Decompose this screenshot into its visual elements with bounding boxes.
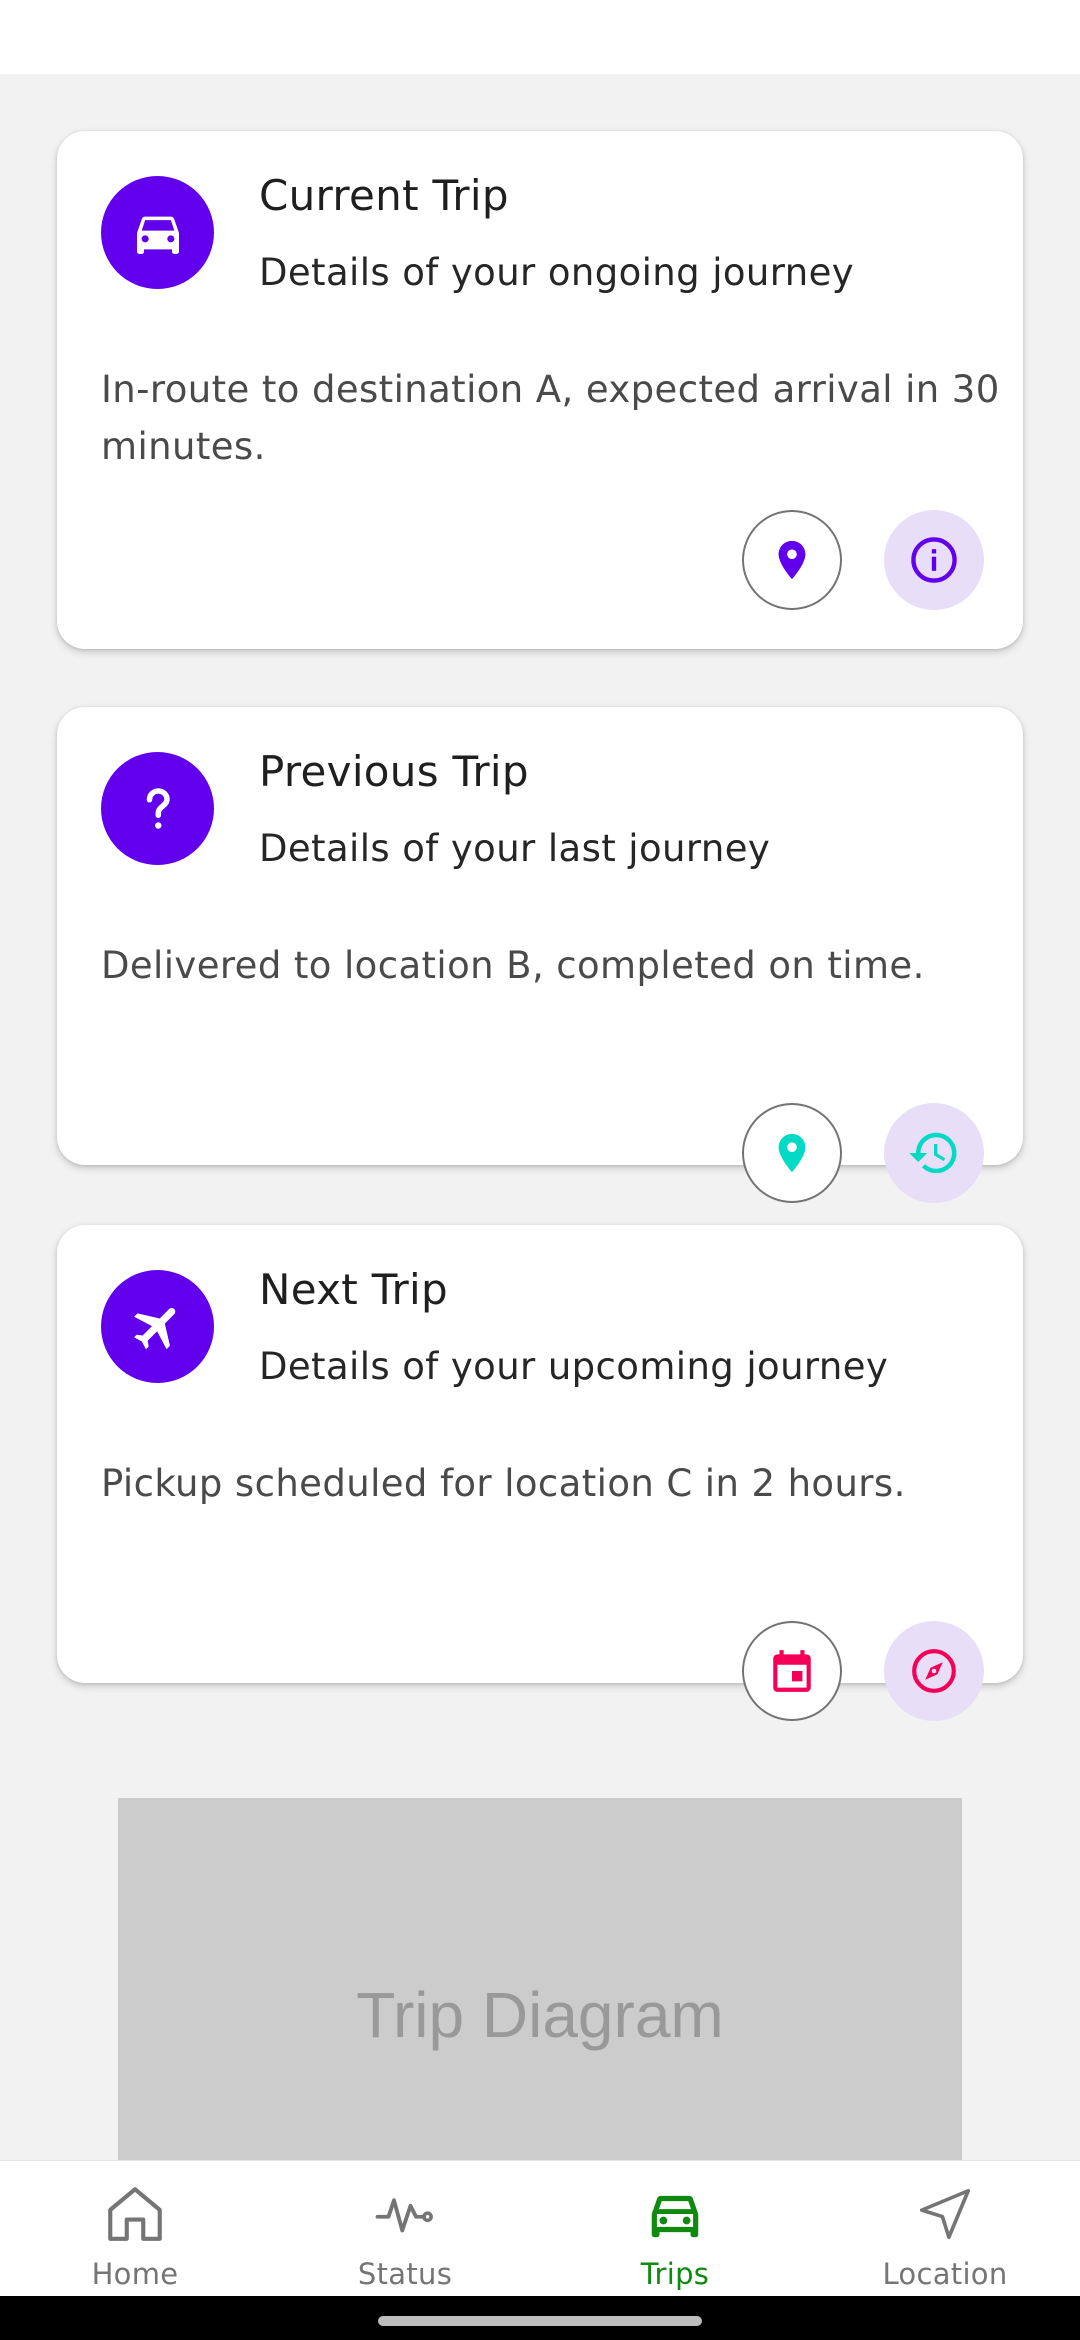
card-subtitle: Details of your last journey bbox=[259, 827, 771, 870]
card-body-text: In-route to destination A, expected arri… bbox=[101, 368, 1000, 468]
card-body-text: Pickup scheduled for location C in 2 hou… bbox=[101, 1462, 906, 1505]
nav-item-trips[interactable]: Trips bbox=[540, 2161, 810, 2296]
card-title: Next Trip bbox=[259, 1265, 448, 1314]
view-location-button[interactable] bbox=[742, 1103, 842, 1203]
home-icon bbox=[102, 2181, 168, 2247]
trip-diagram-image: Trip Diagram bbox=[118, 1798, 962, 2160]
car-icon bbox=[101, 176, 214, 289]
question-mark-icon bbox=[101, 752, 214, 865]
schedule-button[interactable] bbox=[742, 1621, 842, 1721]
view-location-button[interactable] bbox=[742, 510, 842, 610]
navigation-arrow-icon bbox=[912, 2181, 978, 2247]
nav-item-location[interactable]: Location bbox=[810, 2161, 1080, 2296]
nav-label: Location bbox=[882, 2257, 1008, 2291]
nav-item-status[interactable]: Status bbox=[270, 2161, 540, 2296]
next-trip-card[interactable]: Next Trip Details of your upcoming journ… bbox=[57, 1225, 1023, 1721]
pulse-icon bbox=[372, 2181, 438, 2247]
card-title: Previous Trip bbox=[259, 747, 529, 796]
status-bar bbox=[0, 0, 1080, 74]
trip-diagram-label: Trip Diagram bbox=[356, 1979, 724, 2051]
previous-trip-card[interactable]: Previous Trip Details of your last journ… bbox=[57, 707, 1023, 1203]
card-body-text: Delivered to location B, completed on ti… bbox=[101, 944, 925, 987]
nav-label: Home bbox=[91, 2257, 179, 2291]
card-subtitle: Details of your ongoing journey bbox=[259, 251, 855, 294]
info-icon bbox=[911, 537, 957, 583]
airplane-icon bbox=[101, 1270, 214, 1383]
card-title: Current Trip bbox=[259, 171, 509, 220]
compass-icon bbox=[912, 1649, 956, 1693]
history-icon bbox=[909, 1132, 957, 1174]
trip-history-button[interactable] bbox=[884, 1103, 984, 1203]
trips-content[interactable]: Current Trip Details of your ongoing jou… bbox=[0, 74, 1080, 2160]
system-gesture-bar bbox=[0, 2296, 1080, 2340]
home-gesture-handle[interactable] bbox=[378, 2316, 702, 2326]
current-trip-card[interactable]: Current Trip Details of your ongoing jou… bbox=[57, 131, 1023, 649]
card-subtitle: Details of your upcoming journey bbox=[259, 1345, 889, 1388]
nav-item-home[interactable]: Home bbox=[0, 2161, 270, 2296]
location-pin-icon bbox=[778, 1133, 806, 1173]
calendar-icon bbox=[773, 1650, 811, 1692]
trip-info-button[interactable] bbox=[884, 510, 984, 610]
navigate-button[interactable] bbox=[884, 1621, 984, 1721]
nav-label: Trips bbox=[640, 2257, 710, 2291]
car-icon bbox=[642, 2181, 708, 2247]
bottom-navigation: Home Status Trips Location bbox=[0, 2160, 1080, 2296]
location-pin-icon bbox=[778, 540, 806, 580]
nav-label: Status bbox=[357, 2257, 453, 2291]
